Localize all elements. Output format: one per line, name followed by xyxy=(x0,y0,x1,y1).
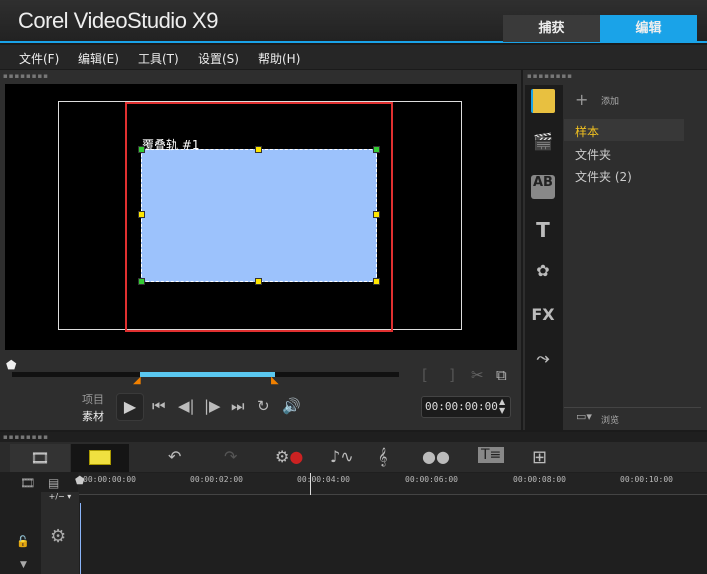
graphic-icon[interactable]: ✿ xyxy=(531,261,555,285)
ruler-tick-label: 00:00:02:00 xyxy=(190,475,243,484)
record-capture-icon[interactable]: ⚙● xyxy=(275,447,303,466)
panel-grip[interactable]: ▪▪▪▪▪▪▪▪ xyxy=(3,73,49,81)
menu-edit[interactable]: 编辑(E) xyxy=(78,50,119,67)
menu-help[interactable]: 帮助(H) xyxy=(258,50,300,67)
undo-icon[interactable]: ↶ xyxy=(168,447,181,466)
storyboard-view-button[interactable]: 🎞 xyxy=(10,444,70,472)
repeat-icon[interactable]: ↻ xyxy=(257,397,270,415)
overlay-clip[interactable] xyxy=(141,149,377,282)
add-icon[interactable]: + xyxy=(575,90,588,109)
browse-button[interactable]: 浏览 xyxy=(601,413,619,426)
timeline-scrubber[interactable]: ⬟ xyxy=(75,474,85,487)
tab-capture[interactable]: 捕获 xyxy=(503,15,600,42)
redo-icon[interactable]: ↷ xyxy=(224,447,237,466)
resize-handle[interactable] xyxy=(138,211,145,218)
auto-music-icon[interactable]: 𝄞 xyxy=(378,447,387,467)
video-track-icon: ⚙ xyxy=(50,526,67,547)
resize-handle[interactable] xyxy=(255,278,262,285)
resize-handle[interactable] xyxy=(138,146,145,153)
folder-item[interactable]: 文件夹 xyxy=(575,146,611,163)
enlarge-icon[interactable]: ⧉ xyxy=(496,366,507,384)
play-button[interactable]: ▶ xyxy=(116,393,144,421)
ruler-tick-label: 00:00:08:00 xyxy=(513,475,566,484)
transition-icon[interactable]: AB xyxy=(531,175,555,199)
trim-range xyxy=(140,372,275,377)
timeline-view-button[interactable] xyxy=(71,444,129,472)
ruler-tick-label: 00:00:10:00 xyxy=(620,475,673,484)
ruler-tick-label: 00:00:00:00 xyxy=(83,475,136,484)
panel-grip[interactable]: ▪▪▪▪▪▪▪▪ xyxy=(527,73,573,81)
resize-handle[interactable] xyxy=(138,278,145,285)
timeline-ruler[interactable] xyxy=(78,473,707,495)
panel-grip[interactable]: ▪▪▪▪▪▪▪▪ xyxy=(3,434,49,442)
mode-project[interactable]: 项目 xyxy=(82,391,104,407)
app-logo: Corel VideoStudio X9 xyxy=(18,8,218,33)
zoom-control[interactable]: +/− ▾ xyxy=(41,492,79,503)
track-playhead xyxy=(80,503,81,574)
menu-settings[interactable]: 设置(S) xyxy=(198,50,239,67)
media-icon[interactable] xyxy=(531,89,555,113)
timeline-view-icon xyxy=(89,450,111,465)
timecode-stepper[interactable]: ▲ ▼ xyxy=(499,397,505,415)
multi-camera-icon[interactable]: ⊞ xyxy=(532,447,547,468)
trim-start-marker[interactable]: ◢ xyxy=(133,375,141,386)
motion-tracking-icon[interactable]: ●● xyxy=(422,447,450,466)
folder-sample[interactable]: 样本 xyxy=(575,123,599,140)
home-button[interactable]: ⏮ xyxy=(152,397,166,415)
volume-icon[interactable]: 🔊 xyxy=(282,397,301,415)
trim-end-marker[interactable]: ◣ xyxy=(271,375,279,386)
ruler-tick-label: 00:00:06:00 xyxy=(405,475,458,484)
mode-clip[interactable]: 素材 xyxy=(82,408,104,424)
menu-file[interactable]: 文件(F) xyxy=(19,50,59,67)
next-frame-button[interactable]: |▶ xyxy=(204,397,221,415)
previous-frame-button[interactable]: ◀| xyxy=(178,397,195,415)
subtitle-editor-icon[interactable]: T≡ xyxy=(478,447,505,463)
menu-tools[interactable]: 工具(T) xyxy=(138,50,179,67)
add-folder-button[interactable]: 添加 xyxy=(601,94,619,107)
end-button[interactable]: ⏭ xyxy=(231,397,245,415)
tab-edit[interactable]: 编辑 xyxy=(600,15,697,42)
track-manager-icon[interactable]: 🎞 xyxy=(20,476,35,490)
playhead-line xyxy=(310,473,311,495)
sound-mixer-icon[interactable]: ♪∿ xyxy=(330,447,354,466)
resize-handle[interactable] xyxy=(255,146,262,153)
scrubber-handle[interactable]: ⬟ xyxy=(6,358,16,372)
filter-fx-icon[interactable]: FX xyxy=(531,305,555,329)
divider xyxy=(564,407,701,408)
resize-handle[interactable] xyxy=(373,211,380,218)
scissors-icon[interactable]: ✂ xyxy=(471,366,484,384)
browse-icon[interactable]: ▭▾ xyxy=(576,410,592,423)
expand-tracks-icon[interactable]: ▼ xyxy=(20,560,27,570)
folder-item[interactable]: 文件夹 (2) xyxy=(575,168,632,185)
path-icon[interactable]: ⤳ xyxy=(531,348,555,372)
title-icon[interactable]: T xyxy=(531,218,555,242)
instant-project-icon[interactable]: 🎬 xyxy=(531,132,555,156)
resize-handle[interactable] xyxy=(373,146,380,153)
overlay-label: 覆叠轨 #1 xyxy=(142,138,200,152)
timecode-field[interactable]: 00:00:00:00 xyxy=(421,396,511,418)
ruler-tick-label: 00:00:04:00 xyxy=(297,475,350,484)
mark-out-button[interactable]: ] xyxy=(449,366,455,384)
resize-handle[interactable] xyxy=(373,278,380,285)
mark-in-button[interactable]: [ xyxy=(422,366,428,384)
lock-track-icon[interactable]: 🔓 xyxy=(16,535,30,548)
add-chapter-icon[interactable]: ▤ xyxy=(48,476,59,490)
